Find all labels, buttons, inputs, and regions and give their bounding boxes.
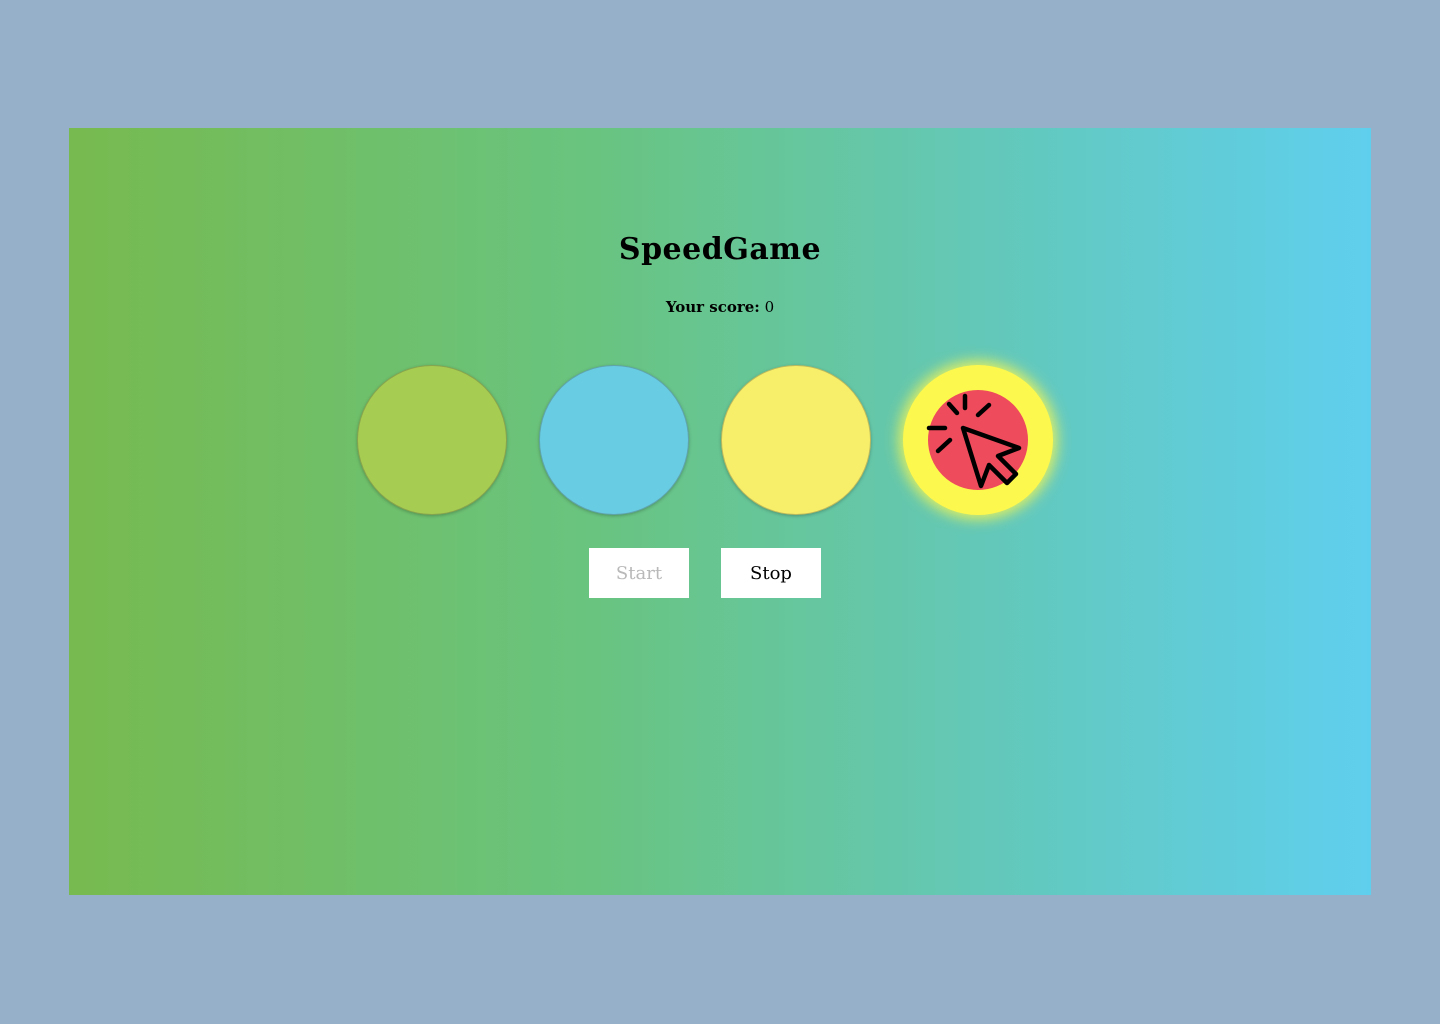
score-label: Your score: [665,298,760,316]
game-panel: SpeedGame Your score: 0 Start Stop [69,128,1371,895]
circle-red-active[interactable] [903,365,1053,515]
circle-green[interactable] [357,365,507,515]
game-title: SpeedGame [618,232,822,267]
circle-yellow[interactable] [721,365,871,515]
start-button[interactable]: Start [589,548,689,598]
stop-button[interactable]: Stop [721,548,821,598]
score-display: Your score: 0 [69,298,1371,316]
click-cursor-icon [926,393,1022,489]
score-value: 0 [764,298,775,316]
circle-blue[interactable] [539,365,689,515]
